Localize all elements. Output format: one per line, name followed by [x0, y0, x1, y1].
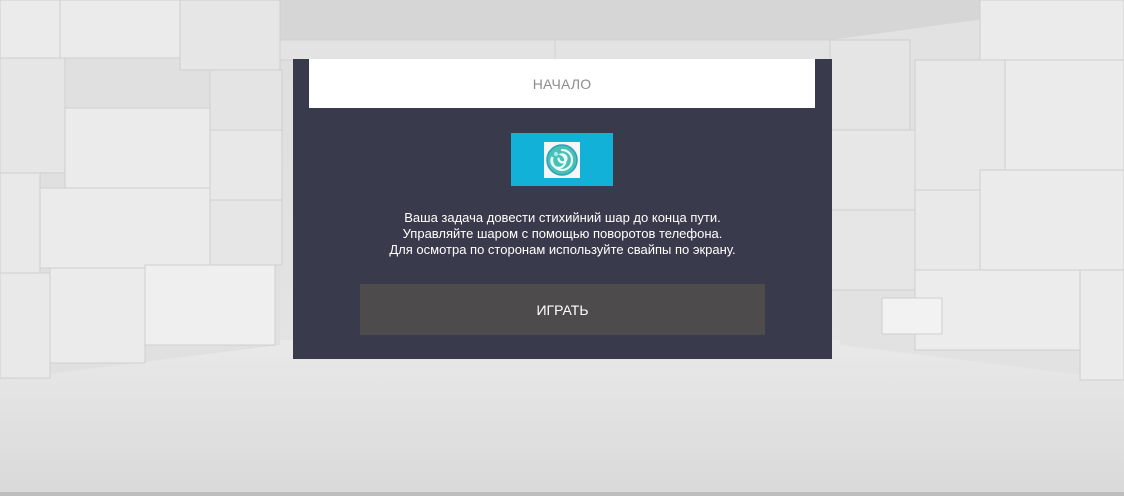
- play-button-label: ИГРАТЬ: [536, 301, 589, 318]
- instruction-line: Ваша задача довести стихийний шар до кон…: [404, 210, 721, 225]
- menu-header: НАЧАЛО: [309, 59, 815, 108]
- game-logo: [511, 133, 613, 186]
- ball-logo-icon: [544, 141, 580, 178]
- instruction-line: Для осмотра по сторонам используйте свай…: [389, 242, 736, 257]
- menu-title: НАЧАЛО: [532, 75, 592, 92]
- instruction-line: Управляйте шаром с помощью поворотов тел…: [402, 226, 723, 241]
- play-button[interactable]: ИГРАТЬ: [360, 284, 765, 335]
- instructions-text: Ваша задача довести стихийний шар до кон…: [293, 210, 832, 258]
- bottom-edge: [0, 492, 1124, 496]
- game-scene[interactable]: НАЧАЛО Ваша задача довести стихийний шар…: [0, 0, 1124, 496]
- start-menu-panel: НАЧАЛО Ваша задача довести стихийний шар…: [293, 59, 832, 359]
